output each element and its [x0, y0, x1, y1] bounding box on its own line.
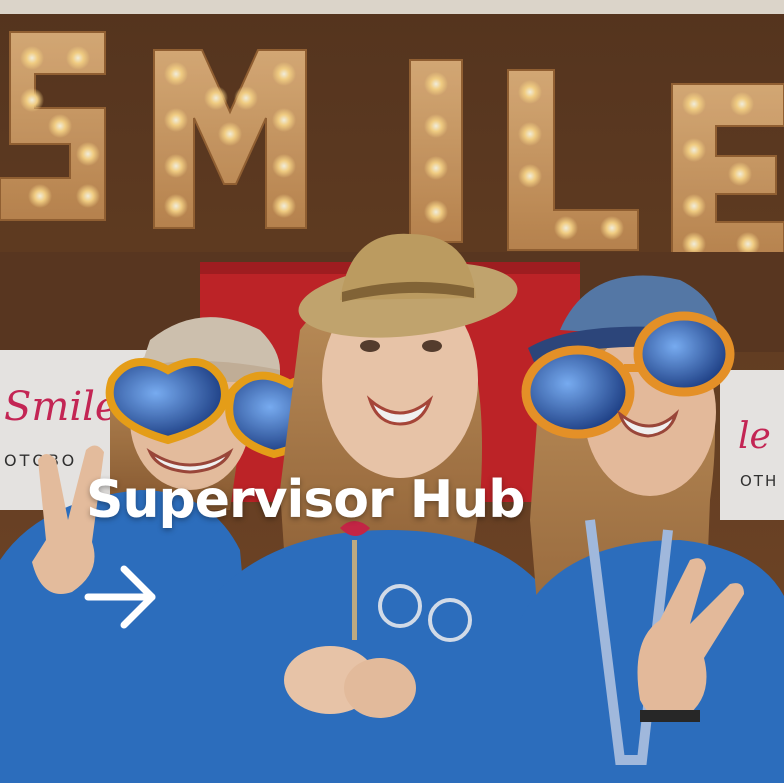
photo-booth-photo: Smile OTOBO le OTH — [0, 0, 784, 783]
supervisor-hub-card[interactable]: Smile OTOBO le OTH — [0, 0, 784, 783]
arrow-right-icon[interactable] — [84, 560, 160, 634]
card-title: Supervisor Hub — [86, 470, 526, 530]
arrow-right-icon-graphic — [84, 565, 156, 629]
